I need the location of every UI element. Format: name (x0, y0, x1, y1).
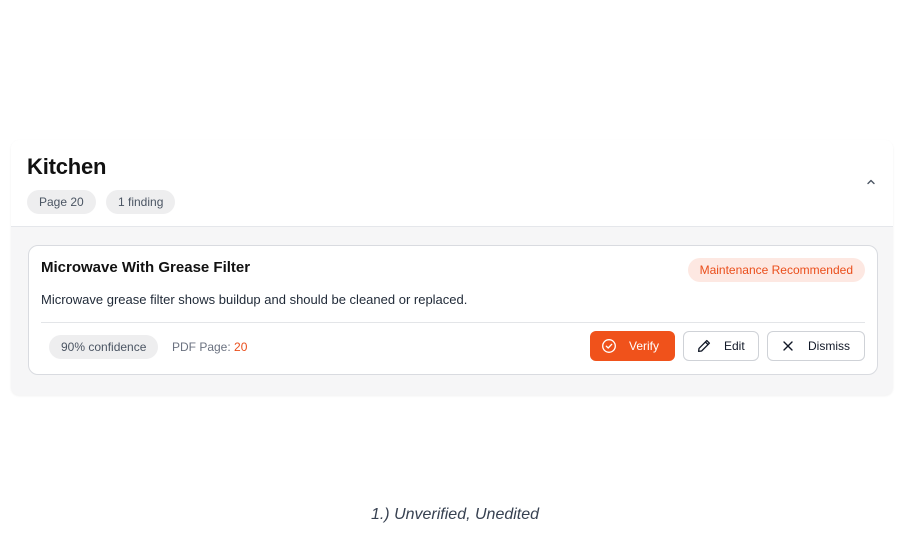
section-title: Kitchen (27, 154, 107, 179)
collapse-button[interactable] (863, 174, 879, 190)
kitchen-section: Kitchen Page 20 1 finding Microwave With… (11, 140, 893, 395)
finding-description: Microwave grease filter shows buildup an… (41, 292, 468, 307)
finding-title: Microwave With Grease Filter (41, 259, 251, 276)
canvas: Kitchen Page 20 1 finding Microwave With… (0, 0, 910, 536)
finding-card: Microwave With Grease Filter Maintenance… (28, 245, 878, 375)
confidence-pill: 90% confidence (49, 335, 159, 359)
status-badge: Maintenance Recommended (687, 258, 865, 282)
close-icon (780, 338, 796, 354)
page-pill: Page 20 (27, 190, 96, 214)
divider (41, 322, 865, 323)
section-header[interactable]: Kitchen Page 20 1 finding (11, 140, 893, 227)
edit-button[interactable]: Edit (683, 331, 759, 361)
dismiss-label: Dismiss (808, 339, 850, 353)
verify-label: Verify (629, 339, 660, 353)
edit-label: Edit (724, 339, 745, 353)
dismiss-button[interactable]: Dismiss (767, 331, 865, 361)
pdf-page-number[interactable]: 20 (234, 340, 247, 354)
chevron-up-icon (867, 179, 875, 185)
verify-button[interactable]: Verify (590, 331, 675, 361)
pdf-page-reference: PDF Page: 20 (172, 335, 247, 359)
pencil-icon (696, 338, 712, 354)
check-circle-icon (601, 338, 617, 354)
state-caption: 1.) Unverified, Unedited (370, 506, 540, 523)
pdf-page-label: PDF Page: (172, 340, 231, 354)
findings-count-pill: 1 finding (106, 190, 176, 214)
